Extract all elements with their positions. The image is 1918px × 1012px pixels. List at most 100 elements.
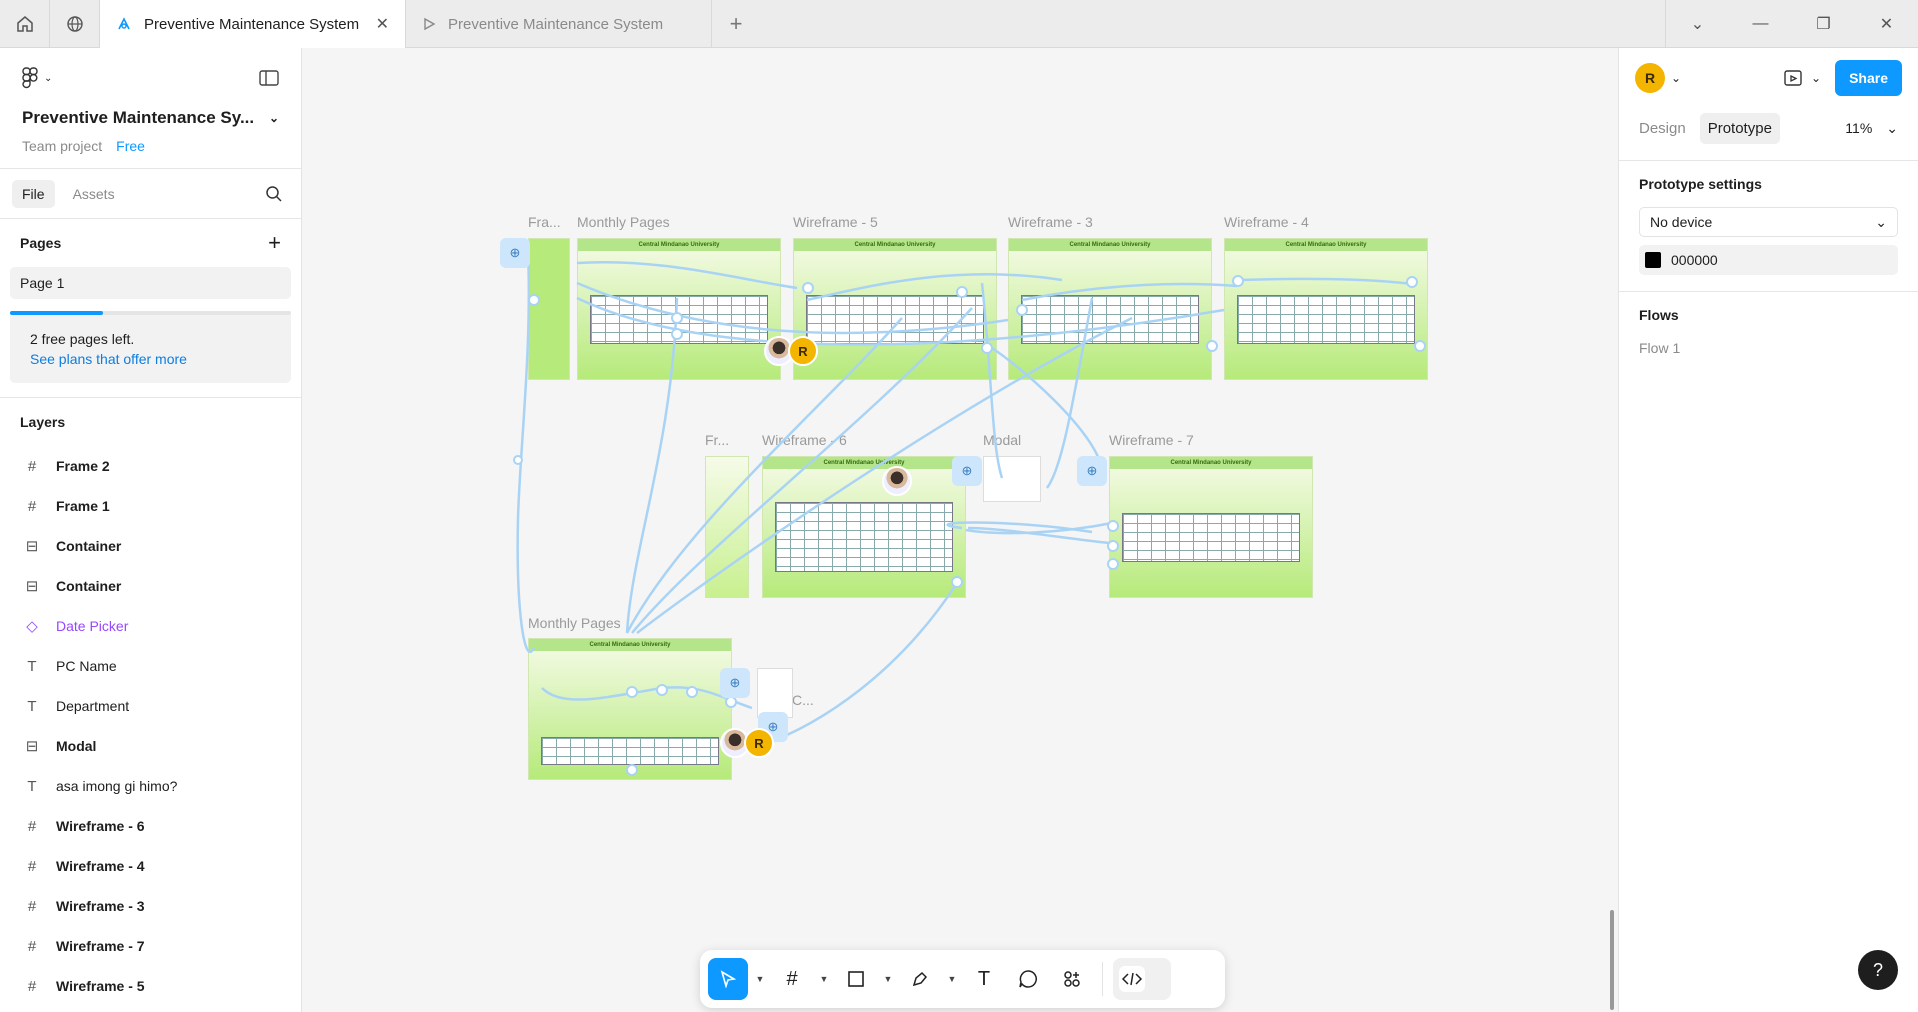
present-button[interactable]: ⌄ (1783, 68, 1821, 88)
chevron-down-icon: ▼ (947, 974, 957, 984)
team-label: Team project (22, 138, 103, 154)
plan-badge[interactable]: Free (116, 138, 145, 154)
figma-logo-icon (22, 67, 38, 89)
layer-item[interactable]: # Wireframe - 4 (0, 846, 301, 886)
shape-tool-button[interactable] (836, 958, 876, 1000)
layer-item[interactable]: ⊟ Container (0, 566, 301, 606)
frame-icon: # (27, 977, 37, 995)
interaction-handle[interactable]: ⊕ (720, 668, 750, 698)
layer-item[interactable]: ⊟ Modal (0, 726, 301, 766)
prototype-settings-title: Prototype settings (1639, 176, 1762, 192)
frame-tool-button[interactable]: # (772, 958, 812, 1000)
main-menu-row: ⌄ (0, 48, 301, 108)
interaction-icon: ⊕ (729, 675, 741, 690)
component-icon: ◇ (26, 618, 38, 635)
zoom-level: 11% (1845, 119, 1873, 136)
tab-file[interactable]: File (12, 179, 55, 208)
globe-icon (66, 16, 83, 32)
layer-label: Container (56, 538, 122, 554)
interaction-handle[interactable]: ⊕ (500, 238, 530, 268)
chevron-down-icon: ⌄ (1690, 16, 1705, 33)
frame-tool-dropdown[interactable]: ▼ (816, 958, 832, 1000)
right-header: R ⌄ ⌄ Share (1619, 48, 1918, 108)
shape-tool-dropdown[interactable]: ▼ (880, 958, 896, 1000)
minimize-button[interactable]: — (1729, 0, 1792, 48)
layer-item[interactable]: # Wireframe - 5 (0, 966, 301, 1006)
interaction-handle[interactable]: ⊕ (1077, 456, 1107, 486)
community-button[interactable] (50, 0, 100, 48)
frame-icon: # (27, 817, 37, 835)
canvas[interactable]: Fra... Monthly Pages Wireframe - 5 Wiref… (302, 48, 1618, 1012)
help-button[interactable]: ? (1858, 950, 1898, 990)
comment-tool-button[interactable] (1008, 958, 1048, 1000)
tab-title: Preventive Maintenance System (448, 15, 664, 33)
pages-header: Pages + (0, 219, 301, 267)
move-tool-button[interactable] (708, 958, 748, 1000)
interaction-icon: ⊕ (1086, 463, 1098, 478)
toggle-sidebar-icon[interactable] (259, 70, 279, 86)
flow-item[interactable]: Flow 1 (1639, 338, 1898, 356)
project-title-row[interactable]: Preventive Maintenance Sy... ⌄ (0, 108, 301, 128)
new-tab-button[interactable]: + (712, 0, 760, 47)
text-tool-button[interactable]: T (964, 958, 1004, 1000)
tab-prototype[interactable]: Prototype (1699, 112, 1780, 144)
layer-item[interactable]: # Wireframe - 7 (0, 926, 301, 966)
move-tool-dropdown[interactable]: ▼ (752, 958, 768, 1000)
share-button[interactable]: Share (1835, 60, 1902, 96)
background-color-field[interactable]: 000000 (1639, 245, 1898, 275)
device-select[interactable]: No device ⌄ (1639, 207, 1898, 237)
pen-tool-button[interactable] (900, 958, 940, 1000)
tab-prototype-file[interactable]: Preventive Maintenance System (406, 0, 712, 48)
layer-item[interactable]: # Wireframe - 3 (0, 886, 301, 926)
close-window-button[interactable]: ✕ (1855, 0, 1918, 48)
vertical-scrollbar[interactable] (1610, 910, 1614, 1010)
chevron-down-icon: ▼ (883, 974, 893, 984)
tabs-dropdown-button[interactable]: ⌄ (1666, 0, 1729, 48)
actions-icon (1064, 971, 1080, 987)
text-icon: T (977, 967, 991, 990)
pen-tool-dropdown[interactable]: ▼ (944, 958, 960, 1000)
container-icon: ⊟ (25, 578, 39, 595)
frame-icon: # (27, 857, 37, 875)
plus-icon: + (729, 10, 743, 36)
zoom-control[interactable]: 11% ⌄ (1845, 120, 1906, 137)
collaborators-cursor: R (720, 728, 774, 758)
layer-item[interactable]: # Frame 2 (0, 446, 301, 486)
layer-item[interactable]: # Frame 1 (0, 486, 301, 526)
avatar[interactable]: R (1635, 63, 1665, 93)
see-plans-link[interactable]: See plans that offer more (30, 349, 271, 369)
text-icon: T (27, 657, 37, 675)
tab-assets[interactable]: Assets (63, 180, 125, 208)
actions-tool-button[interactable] (1052, 958, 1092, 1000)
chevron-down-icon: ⌄ (1886, 119, 1898, 136)
search-icon[interactable] (265, 185, 283, 203)
tab-active-file[interactable]: Preventive Maintenance System ✕ (100, 0, 406, 48)
add-page-icon[interactable]: + (268, 230, 281, 256)
chevron-down-icon[interactable]: ⌄ (1671, 71, 1681, 85)
close-tab-icon[interactable]: ✕ (376, 14, 389, 34)
page-item-page-1[interactable]: Page 1 (10, 267, 291, 299)
layer-item[interactable]: # Wireframe - 6 (0, 806, 301, 846)
interaction-handle[interactable]: ⊕ (952, 456, 982, 486)
layer-item[interactable]: T PC Name (0, 646, 301, 686)
dev-mode-toggle[interactable] (1113, 958, 1171, 1000)
color-swatch[interactable] (1645, 252, 1661, 268)
layer-item[interactable]: Tasa imong gi himo? (0, 766, 301, 806)
title-bar: Preventive Maintenance System ✕ Preventi… (0, 0, 1918, 48)
layer-item[interactable]: ⊟ Container (0, 526, 301, 566)
home-button[interactable] (0, 0, 50, 48)
layer-item[interactable]: T Department (0, 686, 301, 726)
toolbar-divider (1102, 962, 1103, 996)
layer-label: Frame 1 (56, 498, 110, 514)
layer-item[interactable]: ◇ Date Picker (0, 606, 301, 646)
restore-button[interactable]: ❐ (1792, 0, 1855, 48)
code-icon (1119, 966, 1145, 992)
chevron-down-icon: ⌄ (268, 111, 279, 125)
tab-design[interactable]: Design (1631, 113, 1694, 144)
frame-icon: # (27, 497, 37, 515)
interaction-icon: ⊕ (961, 463, 973, 478)
figma-menu-button[interactable]: ⌄ (22, 67, 52, 89)
color-value[interactable]: 000000 (1671, 252, 1718, 268)
layer-label: Wireframe - 5 (56, 978, 145, 994)
avatar (882, 466, 912, 496)
